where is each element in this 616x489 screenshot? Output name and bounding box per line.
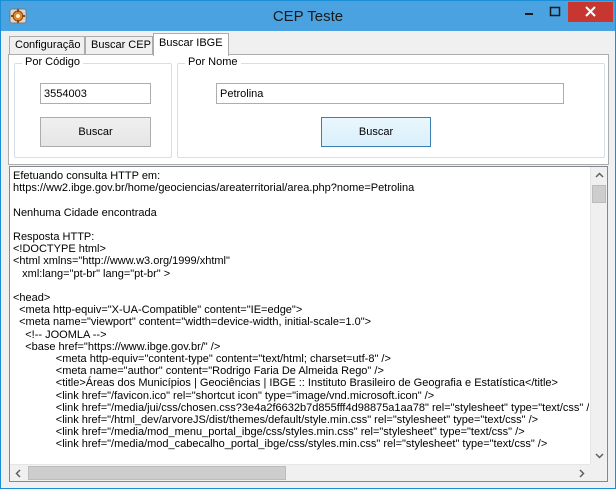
output-line: <meta name="viewport" content="width=dev… (13, 316, 372, 329)
scroll-right-icon[interactable] (573, 465, 590, 481)
output-line: <link href="/media/mod_cabecalho_portal_… (13, 438, 548, 451)
output-line: <html xmlns="http://www.w3.org/1999/xhtm… (13, 255, 230, 268)
group-por-codigo-legend: Por Código (22, 56, 84, 68)
scroll-left-icon[interactable] (10, 465, 27, 481)
output-line: xml:lang="pt-br" lang="pt-br" > (13, 267, 171, 280)
tab-buscar-ibge[interactable]: Buscar IBGE (153, 33, 229, 56)
output-line: <title>Áreas dos Municípios | Geociência… (13, 377, 558, 390)
minimize-button[interactable] (516, 2, 542, 22)
output-text: Efetuando consulta HTTP em: https://ww2.i… (13, 170, 589, 460)
buscar-codigo-button[interactable]: Buscar (40, 117, 151, 147)
vertical-scroll-thumb[interactable] (592, 185, 606, 203)
close-button[interactable] (568, 2, 613, 22)
scroll-up-icon[interactable] (591, 167, 607, 184)
output-line: <base href="https://www.ibge.gov.br/" /> (13, 340, 221, 353)
output-line: https://ww2.ibge.gov.br/home/geociencias… (13, 182, 415, 195)
output-line: Resposta HTTP: (13, 231, 95, 244)
output-line: <link href="/favicon.ico" rel="shortcut … (13, 389, 435, 402)
tab-buscar-cep[interactable]: Buscar CEP (85, 36, 153, 55)
group-por-codigo: Por Código Buscar (14, 56, 172, 158)
maximize-button[interactable] (542, 2, 568, 22)
output-line: <link href="/media/jui/css/chosen.css?3e… (13, 401, 589, 414)
minimize-icon (525, 13, 533, 15)
vertical-scrollbar[interactable] (590, 167, 607, 464)
output-line: Efetuando consulta HTTP em: (13, 170, 161, 182)
maximize-icon (549, 6, 561, 17)
tab-panel-buscar-ibge: Por Código Buscar Por Nome Buscar (8, 54, 609, 165)
close-icon (585, 6, 596, 17)
output-line: <meta name="author" content="Rodrigo Far… (13, 365, 384, 378)
output-line: <meta http-equiv="content-type" content=… (13, 353, 391, 366)
output-line: <link href="/html_dev/arvoreJS/dist/them… (13, 414, 539, 427)
output-line: Nenhuma Cidade encontrada (13, 206, 157, 219)
group-por-nome: Por Nome Buscar (177, 56, 605, 158)
output-line: <link href="/media/mod_menu_portal_ibge/… (13, 426, 525, 439)
output-line: <head> (13, 292, 51, 305)
group-por-nome-legend: Por Nome (185, 56, 241, 68)
nome-input[interactable] (216, 83, 564, 104)
main-window: CEP Teste Configuração Buscar CEP Buscar… (0, 0, 616, 489)
scroll-down-icon[interactable] (591, 447, 607, 464)
output-textarea[interactable]: Efetuando consulta HTTP em: https://ww2.i… (9, 166, 608, 482)
tab-configuracao[interactable]: Configuração (9, 36, 85, 55)
output-line: <!DOCTYPE html> (13, 243, 106, 256)
output-line: <!-- JOOMLA --> (13, 328, 107, 341)
output-line: <meta http-equiv="X-UA-Compatible" conte… (13, 304, 303, 317)
horizontal-scroll-thumb[interactable] (28, 466, 286, 480)
buscar-nome-button[interactable]: Buscar (321, 117, 431, 147)
title-bar[interactable]: CEP Teste (1, 1, 615, 31)
scrollbar-corner (590, 464, 607, 481)
horizontal-scrollbar[interactable] (10, 464, 590, 481)
codigo-input[interactable] (40, 83, 151, 104)
